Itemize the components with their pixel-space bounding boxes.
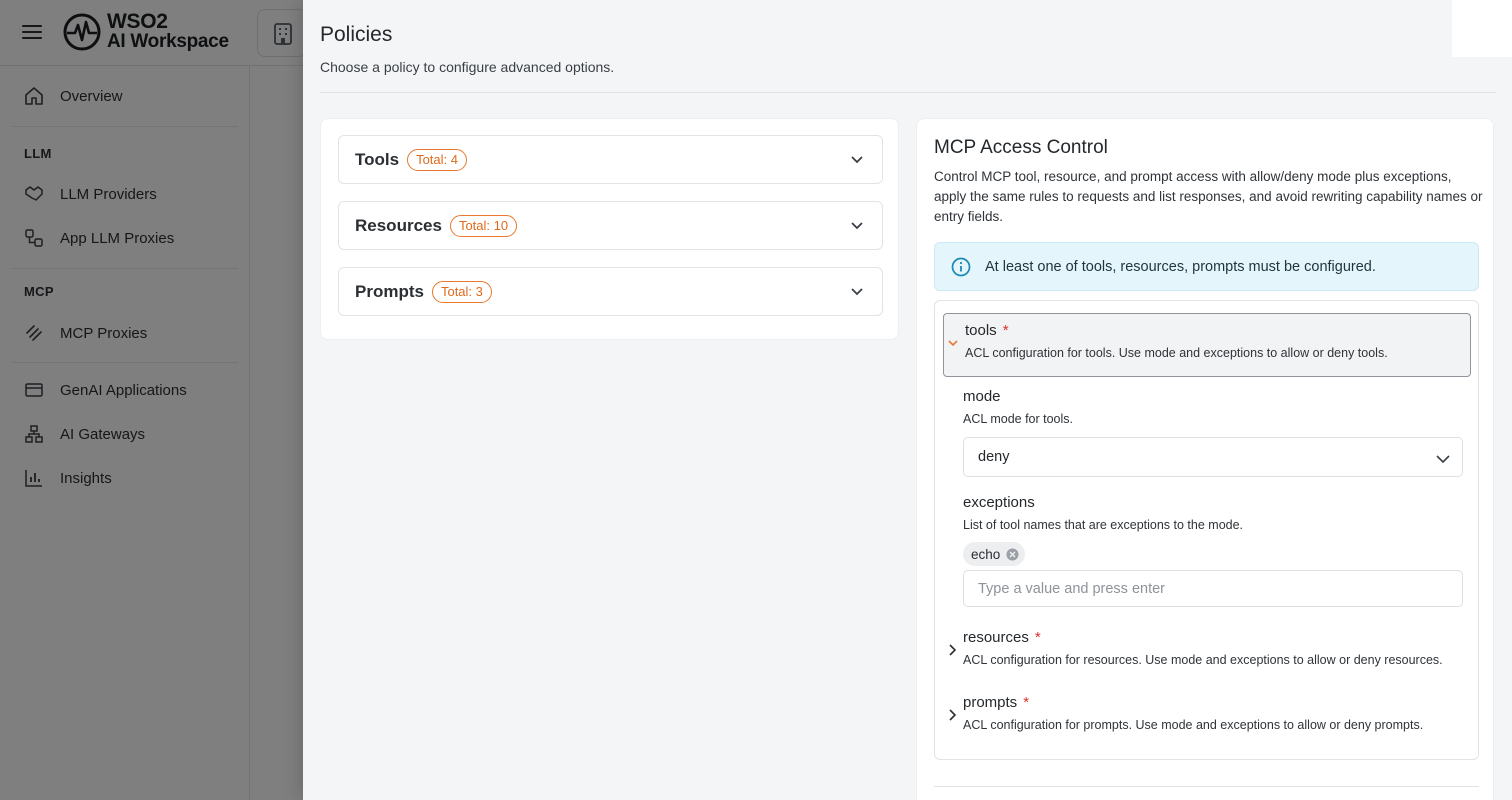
chevron-down-icon	[1436, 455, 1450, 464]
info-alert: At least one of tools, resources, prompt…	[934, 242, 1479, 291]
accordion-title: Prompts	[355, 281, 424, 301]
schema-form: tools * ACL configuration for tools. Use …	[934, 300, 1479, 760]
drawer-corner	[1452, 0, 1512, 57]
chevron-right-icon[interactable]	[947, 709, 957, 721]
required-mark: *	[1034, 629, 1041, 646]
resources-label[interactable]: resources *	[963, 629, 1041, 646]
remove-chip-icon[interactable]	[1006, 548, 1019, 561]
resources-label-text: resources	[963, 629, 1029, 646]
chevron-down-icon	[851, 222, 863, 230]
tools-help: ACL configuration for tools. Use mode an…	[965, 346, 1388, 360]
exceptions-help: List of tool names that are exceptions t…	[963, 518, 1244, 532]
mode-label: mode	[963, 388, 1001, 405]
count-badge: Total: 4	[407, 148, 467, 171]
mode-help: ACL mode for tools.	[963, 412, 1074, 426]
accordion-title: Tools	[355, 149, 400, 169]
accordion-prompts[interactable]: Prompts Total: 3	[338, 267, 883, 316]
chevron-down-icon	[851, 288, 863, 296]
policies-drawer: Policies Choose a policy to configure ad…	[303, 0, 1512, 800]
info-icon	[951, 257, 971, 277]
policy-description: Control MCP tool, resource, and prompt a…	[934, 169, 1483, 224]
prompts-help: ACL configuration for prompts. Use mode …	[963, 718, 1424, 732]
tools-label-text: tools	[965, 322, 997, 339]
drawer-title: Policies	[320, 23, 393, 46]
count-badge: Total: 3	[431, 280, 492, 303]
tools-section-header[interactable]: tools * ACL configuration for tools. Use …	[943, 313, 1471, 377]
resources-help: ACL configuration for resources. Use mod…	[963, 653, 1443, 667]
policy-config-card: MCP Access Control Control MCP tool, res…	[916, 118, 1494, 800]
tools-label: tools *	[965, 322, 1009, 339]
required-mark: *	[1002, 322, 1009, 339]
chevron-right-icon[interactable]	[947, 644, 957, 656]
prompts-label[interactable]: prompts *	[963, 694, 1029, 711]
info-text: At least one of tools, resources, prompt…	[985, 258, 1376, 275]
exceptions-input[interactable]	[963, 570, 1463, 607]
drawer-subtitle: Choose a policy to configure advanced op…	[320, 59, 615, 75]
policy-categories-card: Tools Total: 4 Resources Total: 10 Promp…	[320, 118, 899, 340]
accordion-title: Resources	[355, 215, 442, 235]
chip-label: echo	[971, 546, 1001, 562]
chevron-down-icon	[948, 340, 958, 347]
count-badge: Total: 10	[449, 214, 518, 237]
mode-select[interactable]: deny	[963, 437, 1463, 477]
policy-title: MCP Access Control	[934, 137, 1108, 158]
divider	[320, 92, 1496, 93]
prompts-label-text: prompts	[963, 694, 1018, 711]
exception-chip: echo	[963, 542, 1026, 566]
chevron-down-icon	[851, 156, 863, 164]
divider	[934, 786, 1479, 787]
exceptions-label: exceptions	[963, 494, 1035, 511]
accordion-resources[interactable]: Resources Total: 10	[338, 201, 883, 250]
mode-select-value: deny	[978, 449, 1010, 465]
required-mark: *	[1023, 694, 1030, 711]
accordion-tools[interactable]: Tools Total: 4	[338, 135, 883, 184]
